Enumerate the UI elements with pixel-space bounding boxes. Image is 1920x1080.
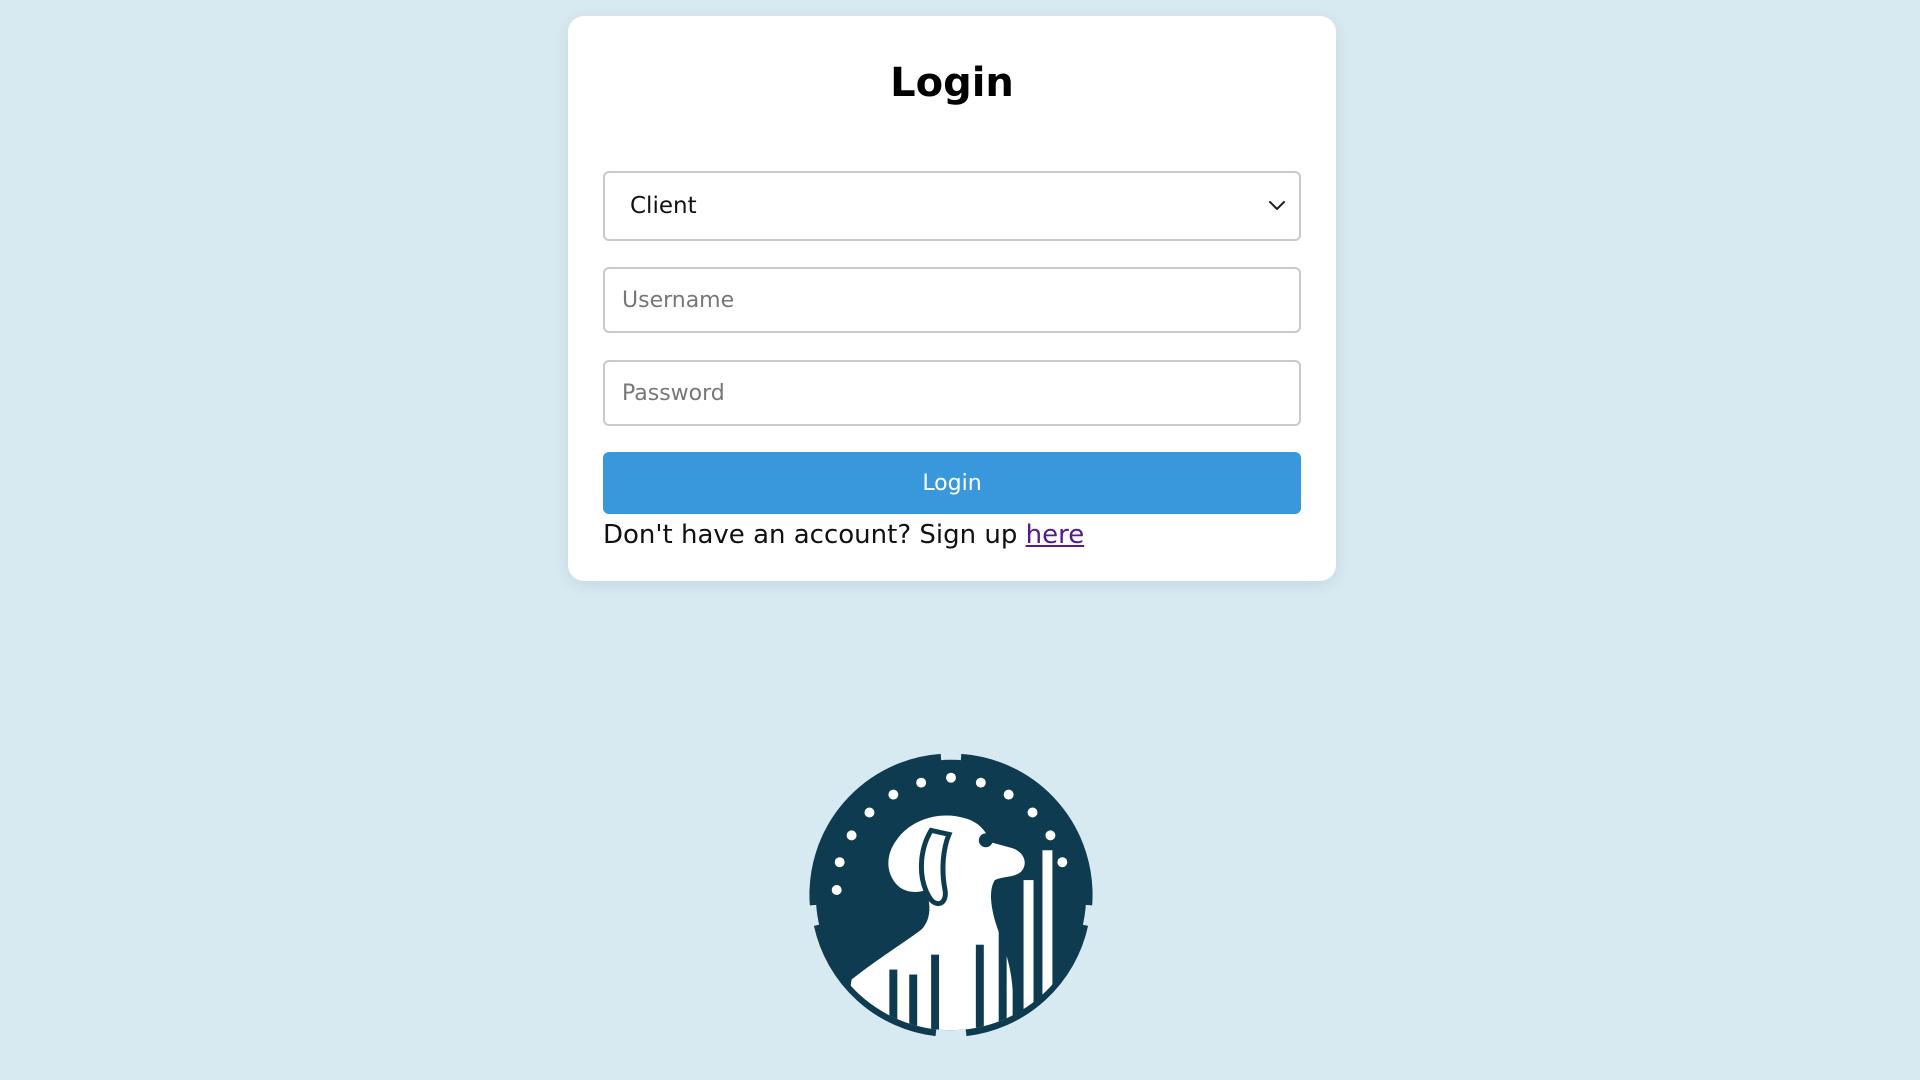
password-input[interactable]	[603, 360, 1301, 426]
signup-prompt-text: Don't have an account? Sign up	[603, 520, 1018, 550]
role-select[interactable]: Client	[603, 171, 1301, 241]
role-select-value: Client	[630, 193, 697, 219]
dog-logo	[809, 753, 1093, 1037]
login-button[interactable]: Login	[603, 452, 1301, 514]
chevron-down-icon	[1269, 201, 1285, 210]
login-card: Login Client Login Don't have an account…	[568, 16, 1336, 581]
signup-link[interactable]: here	[1026, 520, 1085, 550]
login-title: Login	[890, 60, 1014, 106]
login-page: Login Client Login Don't have an account…	[0, 0, 1920, 1080]
signup-prompt: Don't have an account? Sign up here	[603, 518, 1301, 552]
username-input[interactable]	[603, 267, 1301, 333]
